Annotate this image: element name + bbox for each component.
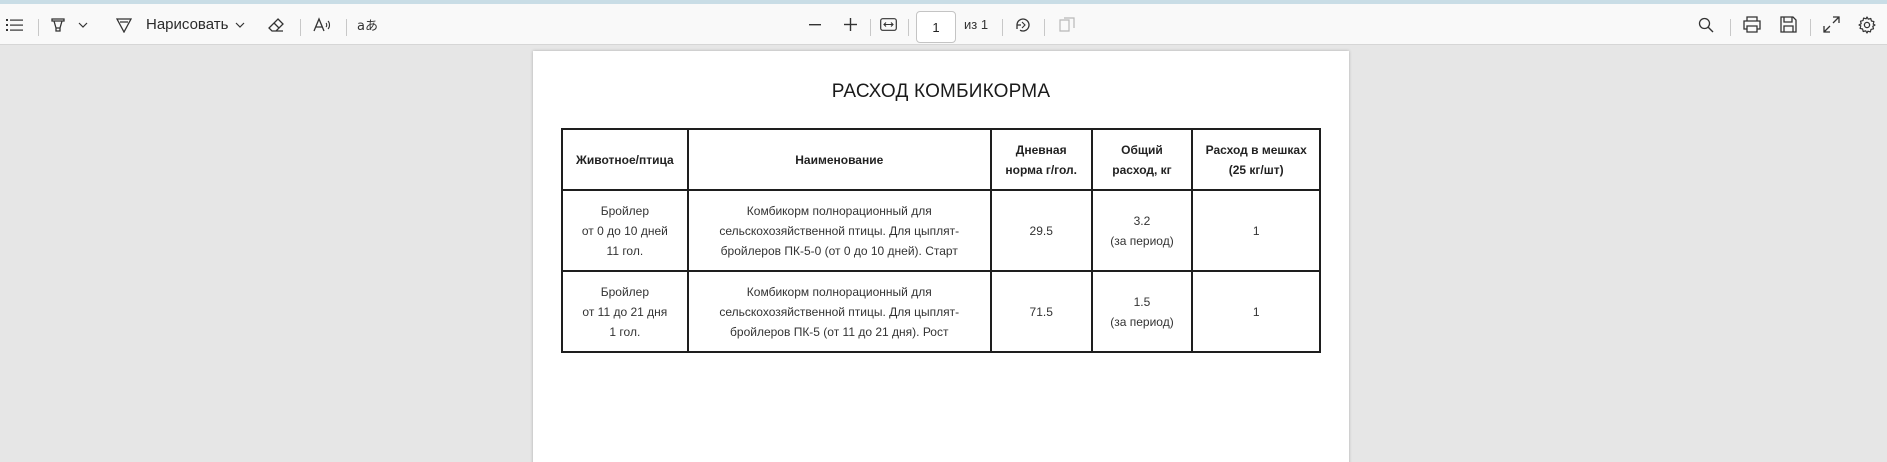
cell-line: от 0 до 10 дней [581,223,668,238]
table-row: Бройлер от 11 до 21 дня 1 гол. Комбикорм п… [561,270,1321,353]
toolbar-separator [1002,19,1003,36]
cell-line: 1.5 [1133,294,1151,309]
two-page-view-icon [1056,4,1078,45]
cell-line: Комбикорм полнорационный для [746,203,932,218]
header-line: Наименование [795,152,884,167]
toolbar-separator [870,19,871,36]
toolbar-separator [300,19,301,36]
eraser-icon[interactable] [266,4,286,45]
cell-daily-norm: 29.5 [989,189,1093,272]
settings-gear-icon[interactable] [1856,4,1878,45]
header-name: Наименование [686,128,992,191]
toolbar-separator [1044,19,1045,36]
print-icon[interactable] [1741,4,1763,45]
draw-pen-icon[interactable] [114,4,134,45]
feed-consumption-table: Животное/птица Наименование Дневная норма… [561,128,1321,353]
toolbar-separator [38,19,39,36]
zoom-in-icon[interactable] [841,4,859,45]
zoom-out-icon[interactable] [806,4,824,45]
pdf-toolbar: Нарисовать aあ из 1 [0,4,1887,45]
save-icon[interactable] [1777,4,1799,45]
read-aloud-icon[interactable] [312,4,334,45]
svg-text:aあ: aあ [357,19,378,33]
document-title: РАСХОД КОМБИКОРМА [831,81,1051,102]
fit-width-icon[interactable] [878,4,898,45]
cell-name: Комбикорм полнорационный для сельскохозяй… [686,189,992,272]
toolbar-separator [1810,19,1811,36]
cell-line: Бройлер [600,284,649,299]
cell-line: Комбикорм полнорационный для [746,284,932,299]
cell-line: 29.5 [1029,223,1053,238]
translate-icon[interactable]: aあ [356,4,380,45]
cell-line: от 11 до 21 дня [582,304,668,319]
cell-animal: Бройлер от 0 до 10 дней 11 гол. [561,189,689,272]
cell-bags: 1 [1191,189,1321,272]
highlight-dropdown-chevron-icon[interactable] [76,4,90,45]
cell-line: 11 гол. [606,243,644,258]
header-line: (25 кг/шт) [1228,162,1284,177]
cell-line: сельскохозяйственной птицы. Для цыплят- [719,223,960,238]
pdf-page: РАСХОД КОМБИКОРМА Животное/птица Наимено… [533,51,1349,462]
header-line: норма г/гол. [1005,162,1078,177]
page-number-input[interactable] [916,11,956,43]
header-line: Дневная [1015,142,1067,157]
contents-icon[interactable] [4,4,26,45]
rotate-icon[interactable] [1012,4,1034,45]
cell-line: Бройлер [600,203,649,218]
cell-name: Комбикорм полнорационный для сельскохозяй… [686,270,992,353]
cell-line: 1 гол. [609,324,641,339]
draw-dropdown-chevron-icon[interactable] [233,4,247,45]
header-line: Животное/птица [576,152,674,167]
cell-line: 3.2 [1133,213,1151,228]
cell-line: (за период) [1110,314,1174,329]
header-line: Расход в мешках [1205,142,1307,157]
cell-line: бройлеров ПК-5-0 (от 0 до 10 дней). Стар… [720,243,958,258]
cell-line: 1 [1252,223,1260,238]
cell-line: сельскохозяйственной птицы. Для цыплят- [719,304,960,319]
toolbar-separator [1730,19,1731,36]
cell-total-consumption: 1.5 (за период) [1090,270,1194,353]
search-icon[interactable] [1696,4,1716,45]
header-total-consumption: Общий расход, кг [1090,128,1194,191]
page-count: из 1 [964,17,989,32]
highlight-icon[interactable] [48,4,68,45]
cell-total-consumption: 3.2 (за период) [1090,189,1194,272]
cell-line: (за период) [1110,233,1174,248]
cell-line: 71.5 [1029,304,1053,319]
toolbar-separator [908,19,909,36]
header-bags: Расход в мешках (25 кг/шт) [1191,128,1321,191]
table-header-row: Животное/птица Наименование Дневная норма… [561,128,1321,191]
toolbar-separator [346,19,347,36]
header-daily-norm: Дневная норма г/гол. [989,128,1093,191]
cell-line: 1 [1252,304,1260,319]
table-row: Бройлер от 0 до 10 дней 11 гол. Комбикорм … [561,189,1321,272]
header-animal: Животное/птица [561,128,689,191]
cell-daily-norm: 71.5 [989,270,1093,353]
fullscreen-icon[interactable] [1820,4,1842,45]
cell-bags: 1 [1191,270,1321,353]
draw-label[interactable]: Нарисовать [146,4,228,45]
cell-animal: Бройлер от 11 до 21 дня 1 гол. [561,270,689,353]
header-line: Общий [1121,142,1163,157]
header-line: расход, кг [1112,162,1172,177]
cell-line: бройлеров ПК-5 (от 11 до 21 дня). Рост [730,324,949,339]
